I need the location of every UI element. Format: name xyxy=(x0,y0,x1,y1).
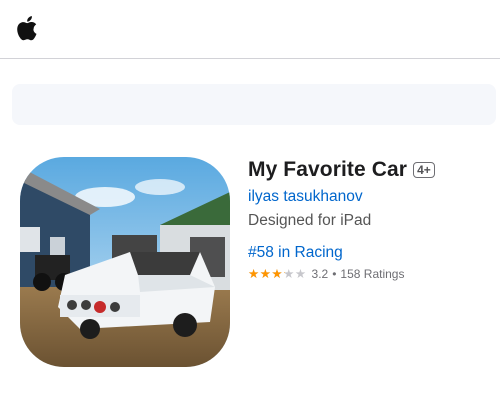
ratings-count: 158 Ratings xyxy=(340,267,405,281)
age-rating-badge: 4+ xyxy=(413,162,435,178)
app-title: My Favorite Car xyxy=(248,158,408,181)
app-icon xyxy=(20,157,230,367)
app-title-row: My Favorite Car 4+ xyxy=(248,156,435,184)
nav-divider xyxy=(0,58,500,59)
car-game-app-icon xyxy=(20,157,230,367)
stars-filled: ★★★★★ xyxy=(248,267,285,281)
developer-link[interactable]: ilyas tasukhanov xyxy=(248,188,363,206)
rating-summary: ★★★★★ ★★★★★ 3.2 • 158 Ratings xyxy=(248,266,404,282)
star-rating-icon: ★★★★★ ★★★★★ xyxy=(248,267,307,281)
designed-for-label: Designed for iPad xyxy=(248,212,372,229)
apple-logo-icon[interactable] xyxy=(14,12,42,44)
info-banner xyxy=(12,84,496,125)
category-rank-link[interactable]: #58 in Racing xyxy=(248,244,343,262)
rating-separator: • xyxy=(332,267,337,281)
rating-value: 3.2 xyxy=(311,267,329,281)
global-nav xyxy=(0,0,500,58)
